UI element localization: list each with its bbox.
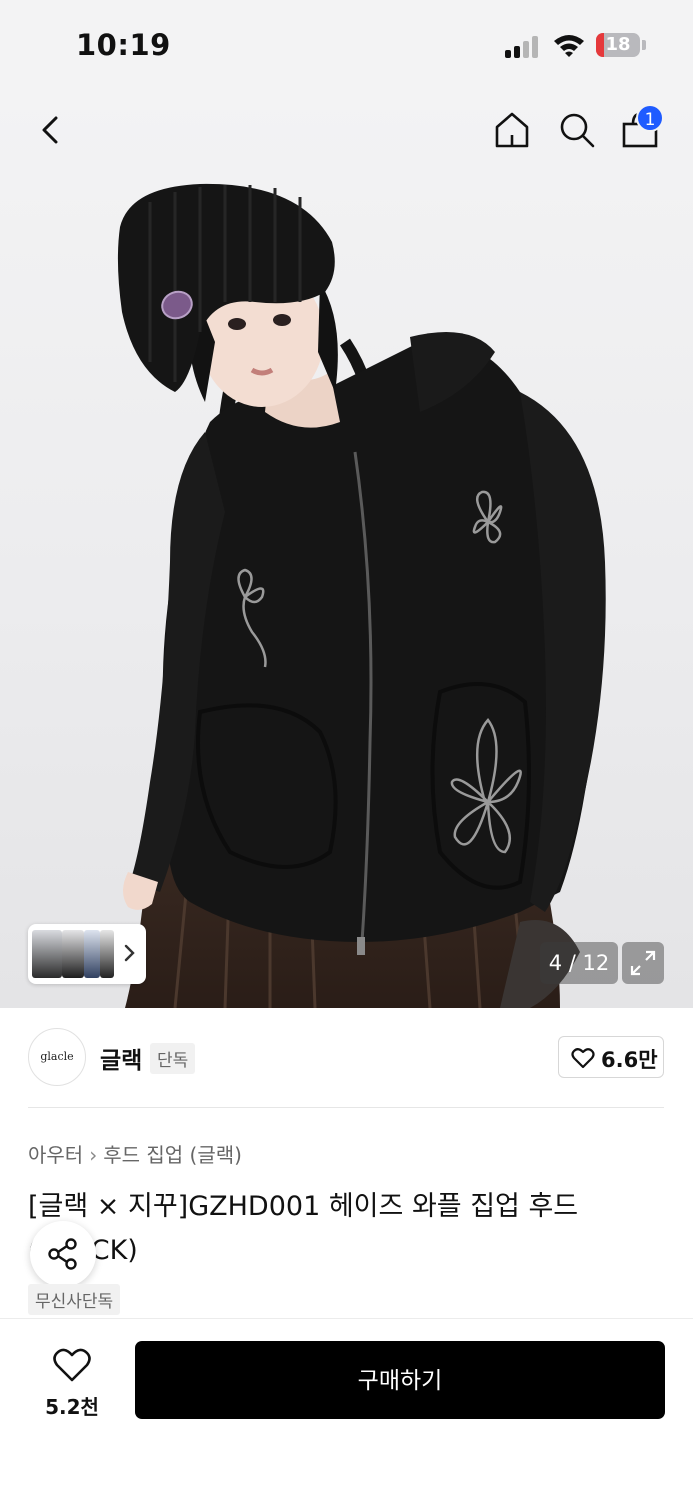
bottom-action-bar: 5.2천 구매하기	[0, 1318, 693, 1500]
status-time: 10:19	[76, 28, 171, 62]
expand-icon	[630, 950, 656, 976]
chevron-right-icon[interactable]	[122, 940, 138, 966]
thumbnail-strip[interactable]	[28, 924, 146, 984]
product-photo[interactable]	[0, 92, 693, 1008]
buy-button[interactable]: 구매하기	[135, 1341, 665, 1419]
cart-count-badge: 1	[636, 104, 664, 132]
brand-like-button[interactable]: 6.6만	[558, 1036, 664, 1078]
breadcrumb-subcategory[interactable]: 후드 집업 (글랙)	[103, 1143, 242, 1167]
battery-level: 18	[605, 34, 631, 55]
battery-icon: 18	[596, 33, 640, 57]
back-icon[interactable]	[32, 110, 72, 150]
home-icon[interactable]	[490, 108, 534, 152]
share-icon	[48, 1238, 77, 1270]
expand-button[interactable]	[622, 942, 664, 984]
thumbnail-image[interactable]	[100, 930, 114, 978]
wishlist-button[interactable]: 5.2천	[30, 1343, 114, 1423]
status-bar: 10:19 18	[0, 0, 693, 92]
product-title: [글랙 × 지꾸]GZHD001 헤이즈 와플 집업 후드 (BLACK)	[28, 1191, 579, 1266]
breadcrumb: 아우터 › 후드 집업 (글랙)	[28, 1139, 242, 1168]
heart-icon	[53, 1348, 91, 1382]
brand-exclusive-tag: 단독	[150, 1043, 196, 1074]
image-counter: 4 / 12	[540, 942, 618, 984]
brand-name[interactable]: 글랙	[100, 1041, 142, 1075]
thumbnail-image[interactable]	[62, 930, 84, 978]
wifi-icon	[554, 35, 584, 57]
signal-icon	[505, 34, 543, 58]
thumbnail-image[interactable]	[84, 930, 100, 978]
heart-icon	[571, 1048, 595, 1069]
thumbnail-image[interactable]	[32, 930, 62, 978]
brand-like-count: 6.6만	[601, 1048, 658, 1072]
battery-tip	[642, 40, 646, 50]
divider	[28, 1107, 664, 1108]
exclusive-tag: 무신사단독	[28, 1284, 121, 1315]
product-image-gallery[interactable]: 1 4 / 12	[0, 92, 693, 1008]
brand-logo[interactable]: glacle	[28, 1028, 86, 1086]
search-icon[interactable]	[555, 108, 599, 152]
breadcrumb-category[interactable]: 아우터	[28, 1143, 83, 1167]
chevron-right-icon: ›	[89, 1143, 98, 1167]
share-button[interactable]	[30, 1221, 96, 1287]
wishlist-count: 5.2천	[45, 1395, 99, 1419]
